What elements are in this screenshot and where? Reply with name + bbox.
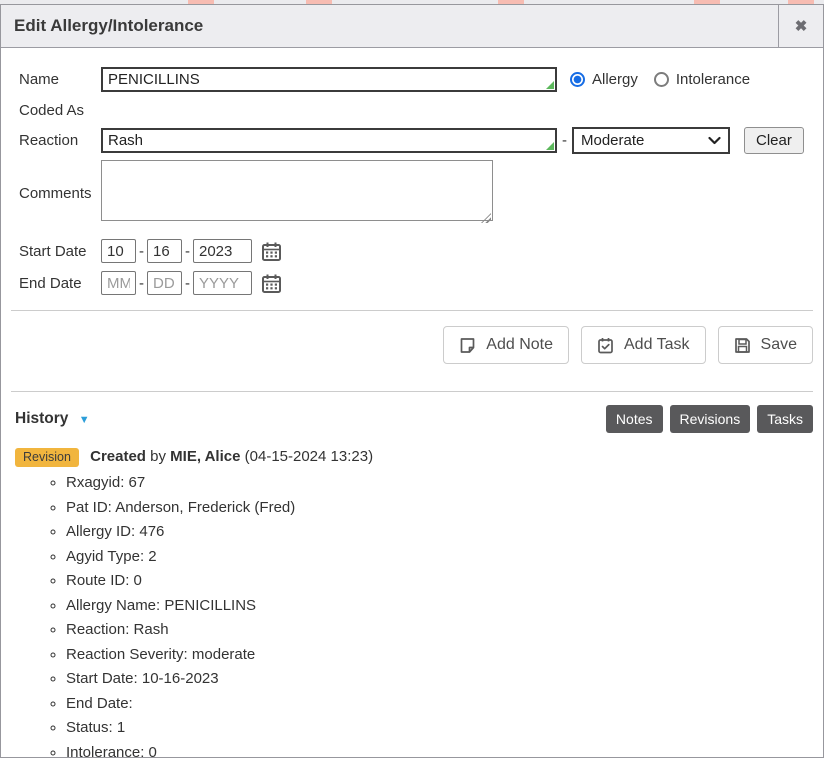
caret-down-icon: ▼ [79, 414, 90, 426]
add-note-button[interactable]: Add Note [443, 326, 569, 364]
revisions-filter-button[interactable]: Revisions [670, 405, 751, 433]
start-date-label: Start Date [19, 243, 101, 260]
start-date-year-input[interactable] [193, 239, 252, 263]
note-icon [459, 337, 476, 354]
chevron-down-icon [708, 136, 721, 145]
allergy-radio[interactable] [570, 72, 585, 87]
end-date-row: End Date - - [1, 271, 823, 295]
end-date-label: End Date [19, 275, 101, 292]
add-note-label: Add Note [486, 336, 553, 354]
start-date-day-input[interactable] [147, 239, 182, 263]
end-date-calendar-button[interactable] [261, 273, 282, 294]
severity-select[interactable]: Moderate [572, 127, 730, 154]
history-detail-item: End Date: [66, 695, 823, 714]
severity-selected-value: Moderate [581, 132, 644, 149]
reaction-row: Reaction - Moderate Clear [1, 127, 823, 154]
comments-textarea[interactable] [101, 160, 493, 221]
name-row: Name Allergy Intolerance [1, 67, 823, 92]
history-detail-item: Reaction Severity: moderate [66, 646, 823, 665]
notes-filter-button[interactable]: Notes [606, 405, 663, 433]
intolerance-radio[interactable] [654, 72, 669, 87]
date-separator: - [139, 275, 144, 292]
dialog-titlebar: Edit Allergy/Intolerance ✖ [1, 5, 823, 48]
edit-allergy-intolerance-dialog: Edit Allergy/Intolerance ✖ Name Allergy … [0, 4, 824, 758]
comments-label: Comments [19, 185, 101, 202]
history-header: History ▼ Notes Revisions Tasks [1, 392, 823, 433]
reaction-label: Reaction [19, 132, 101, 149]
coded-as-label: Coded As [19, 102, 101, 119]
history-detail-item: Status: 1 [66, 719, 823, 738]
history-title[interactable]: History ▼ [15, 410, 90, 428]
tasks-filter-button[interactable]: Tasks [757, 405, 813, 433]
history-detail-item: Agyid Type: 2 [66, 548, 823, 567]
name-label: Name [19, 71, 101, 88]
save-label: Save [761, 336, 797, 354]
allergy-radio-label: Allergy [592, 71, 638, 88]
end-date-month-input[interactable] [101, 271, 136, 295]
date-separator: - [185, 243, 190, 260]
history-detail-item: Allergy Name: PENICILLINS [66, 597, 823, 616]
history-entry-header: Revision Created by MIE, Alice (04-15-20… [1, 448, 823, 465]
history-detail-item: Rxagyid: 67 [66, 474, 823, 493]
action-button-row: Add Note Add Task Save [1, 311, 823, 364]
history-detail-item: Pat ID: Anderson, Frederick (Fred) [66, 499, 823, 518]
history-detail-list: Rxagyid: 67 Pat ID: Anderson, Frederick (… [1, 474, 823, 762]
history-detail-item: Route ID: 0 [66, 572, 823, 591]
date-separator: - [185, 275, 190, 292]
add-task-button[interactable]: Add Task [581, 326, 706, 364]
start-date-row: Start Date - - [1, 239, 823, 263]
entry-action: Created [90, 448, 146, 465]
type-radio-group: Allergy Intolerance [570, 71, 750, 88]
entry-connector: by [150, 448, 166, 465]
save-icon [734, 337, 751, 354]
revision-badge: Revision [15, 448, 79, 467]
history-detail-item: Intolerance: 0 [66, 744, 823, 762]
end-date-day-input[interactable] [147, 271, 182, 295]
intolerance-radio-label: Intolerance [676, 71, 750, 88]
start-date-calendar-button[interactable] [261, 241, 282, 262]
entry-timestamp: (04-15-2024 13:23) [245, 448, 373, 465]
coded-as-row: Coded As [1, 98, 823, 122]
autocomplete-corner-icon [546, 81, 554, 89]
reaction-severity-separator: - [562, 132, 567, 149]
close-button[interactable]: ✖ [778, 5, 823, 47]
add-task-label: Add Task [624, 336, 690, 354]
autocomplete-corner-icon [546, 142, 554, 150]
task-calendar-icon [597, 337, 614, 354]
dialog-title: Edit Allergy/Intolerance [1, 5, 778, 47]
calendar-icon [261, 241, 282, 262]
comments-row: Comments [1, 160, 823, 226]
entry-author: MIE, Alice [170, 448, 240, 465]
close-icon: ✖ [795, 17, 808, 35]
history-detail-item: Start Date: 10-16-2023 [66, 670, 823, 689]
name-input[interactable] [101, 67, 557, 92]
start-date-month-input[interactable] [101, 239, 136, 263]
reaction-input[interactable] [101, 128, 557, 153]
history-detail-item: Allergy ID: 476 [66, 523, 823, 542]
history-title-text: History [15, 410, 68, 427]
history-detail-item: Reaction: Rash [66, 621, 823, 640]
calendar-icon [261, 273, 282, 294]
save-button[interactable]: Save [718, 326, 813, 364]
clear-button[interactable]: Clear [744, 127, 804, 154]
end-date-year-input[interactable] [193, 271, 252, 295]
date-separator: - [139, 243, 144, 260]
